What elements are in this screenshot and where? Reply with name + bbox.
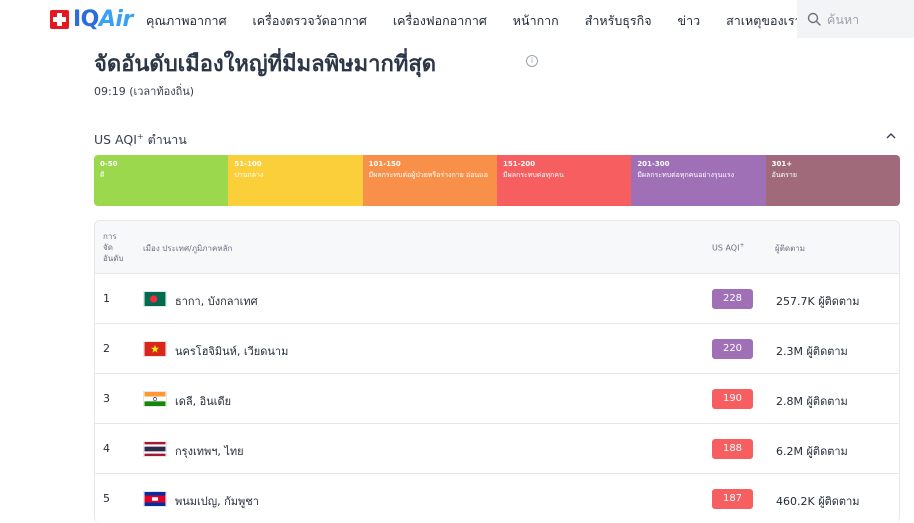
search-box[interactable] <box>797 0 914 38</box>
iqair-logo[interactable]: IQAir <box>50 7 133 32</box>
aqi-segment-sensitive: 101-150 มีผลกระทบต่อผู้ป่วยหรือร่างกาย อ่… <box>362 155 497 206</box>
aqi-legend-label[interactable]: US AQI+ ตำนาน <box>94 130 187 150</box>
search-icon <box>807 12 821 26</box>
logo-iq: IQ <box>73 7 99 32</box>
table-row[interactable]: 5 พนมเปญ, กัมพูชา 187 460.2K ผู้ติดตาม <box>95 473 899 523</box>
aqi-legend-bar: 0-50 ดี 51-100 ปานกลาง 101-150 มีผลกระทบต่อ… <box>94 155 900 206</box>
segment-text: อันตราย <box>771 171 797 179</box>
row-city[interactable]: นครโฮจิมินห์, เวียดนาม <box>175 342 288 360</box>
segment-range: 0-50 <box>100 160 118 168</box>
india-flag-icon <box>143 391 167 407</box>
row-followers: 6.2M ผู้ติดตาม <box>776 445 848 458</box>
row-rank: 2 <box>103 342 110 355</box>
nav-air-purifiers[interactable]: เครื่องฟอกอากาศ <box>393 11 487 31</box>
segment-range: 301+ <box>771 160 793 168</box>
header-rank: การ จัด อันดับ <box>103 231 133 264</box>
header-rank-line: การ <box>103 232 117 241</box>
aqi-badge: 188 <box>712 439 753 459</box>
nav-masks[interactable]: หน้ากาก <box>513 11 559 31</box>
page-title: จัดอันดับเมืองใหญ่ที่มีมลพิษมากที่สุด <box>94 52 437 77</box>
nav-news[interactable]: ข่าว <box>678 11 701 31</box>
nav-air-quality[interactable]: คุณภาพอากาศ <box>146 11 227 31</box>
table-header: การ จัด อันดับ เมือง ประเทศ/ภูมิภาคหลัก … <box>95 221 899 273</box>
aqi-badge: 187 <box>712 489 753 509</box>
chevron-up-icon[interactable] <box>884 130 898 142</box>
segment-range: 201-300 <box>637 160 670 168</box>
vietnam-flag-icon <box>143 341 167 357</box>
segment-text: มีผลกระทบต่อทุกคน <box>502 171 564 179</box>
segment-text: ดี <box>100 171 105 179</box>
table-row[interactable]: 2 นครโฮจิมินห์, เวียดนาม 220 2.3M ผู้ติด… <box>95 323 899 373</box>
header-aqi-sup: + <box>739 242 745 249</box>
aqi-segment-unhealthy: 151-200 มีผลกระทบต่อทุกคน <box>496 155 632 206</box>
row-rank: 1 <box>103 292 110 305</box>
row-city[interactable]: กรุงเทพฯ, ไทย <box>175 442 244 460</box>
aqi-segment-moderate: 51-100 ปานกลาง <box>228 155 363 206</box>
header-rank-line: จัด <box>103 243 113 252</box>
row-followers: 460.2K ผู้ติดตาม <box>776 495 860 508</box>
row-followers: 257.7K ผู้ติดตาม <box>776 295 860 308</box>
bangladesh-flag-icon <box>143 291 167 307</box>
main-nav: คุณภาพอากาศ เครื่องตรวจวัดอากาศ เครื่องฟ… <box>146 0 828 42</box>
header-aqi-text: US AQI <box>712 243 740 253</box>
swiss-flag-icon <box>50 10 69 29</box>
top-header: IQAir คุณภาพอากาศ เครื่องตรวจวัดอากาศ เค… <box>0 0 914 42</box>
logo-text: IQAir <box>73 7 133 32</box>
thailand-flag-icon <box>143 441 167 457</box>
row-followers: 2.3M ผู้ติดตาม <box>776 345 848 358</box>
city-ranking-table: การ จัด อันดับ เมือง ประเทศ/ภูมิภาคหลัก … <box>94 220 900 523</box>
row-rank: 4 <box>103 442 110 455</box>
header-aqi[interactable]: US AQI+ <box>712 242 745 253</box>
legend-label-sup: + <box>136 131 144 141</box>
segment-range: 51-100 <box>234 160 262 168</box>
row-city[interactable]: พนมเปญ, กัมพูชา <box>175 492 259 510</box>
search-input[interactable] <box>827 11 907 27</box>
row-rank: 3 <box>103 392 110 405</box>
aqi-badge: 190 <box>712 389 753 409</box>
nav-business[interactable]: สำหรับธุรกิจ <box>585 11 652 31</box>
table-row[interactable]: 3 เดลี, อินเดีย 190 2.8M ผู้ติดตาม <box>95 373 899 423</box>
info-icon[interactable]: i <box>526 55 538 67</box>
logo-air: Air <box>98 7 133 32</box>
header-city: เมือง ประเทศ/ภูมิภาคหลัก <box>143 244 233 253</box>
row-followers: 2.8M ผู้ติดตาม <box>776 395 848 408</box>
legend-label-suffix: ตำนาน <box>143 132 187 147</box>
nav-air-monitors[interactable]: เครื่องตรวจวัดอากาศ <box>253 11 367 31</box>
table-row[interactable]: 1 ธากา, บังกลาเทศ 228 257.7K ผู้ติดตาม <box>95 273 899 323</box>
nav-our-cause[interactable]: สาเหตุของเรา <box>726 11 801 31</box>
aqi-segment-hazardous: 301+ อันตราย <box>765 155 900 206</box>
segment-text: ปานกลาง <box>234 171 264 179</box>
segment-text: มีผลกระทบต่อผู้ป่วยหรือร่างกาย อ่อนแอ <box>368 171 488 179</box>
row-city[interactable]: เดลี, อินเดีย <box>175 392 231 410</box>
aqi-segment-good: 0-50 ดี <box>94 155 229 206</box>
row-rank: 5 <box>103 492 110 505</box>
segment-text: มีผลกระทบต่อทุกคนอย่างรุนแรง <box>637 171 735 179</box>
header-rank-line: อันดับ <box>103 254 124 263</box>
header-followers: ผู้ติดตาม <box>775 244 806 253</box>
local-time: 09:19 (เวลาท้องถิ่น) <box>94 85 195 98</box>
segment-range: 151-200 <box>502 160 536 168</box>
row-city[interactable]: ธากา, บังกลาเทศ <box>175 292 258 310</box>
aqi-badge: 228 <box>712 289 753 309</box>
table-row[interactable]: 4 กรุงเทพฯ, ไทย 188 6.2M ผู้ติดตาม <box>95 423 899 473</box>
cambodia-flag-icon <box>143 491 167 507</box>
segment-range: 101-150 <box>368 160 401 168</box>
aqi-badge: 220 <box>712 339 753 359</box>
legend-label-text: US AQI <box>94 132 137 147</box>
aqi-segment-very-unhealthy: 201-300 มีผลกระทบต่อทุกคนอย่างรุนแรง <box>631 155 766 206</box>
